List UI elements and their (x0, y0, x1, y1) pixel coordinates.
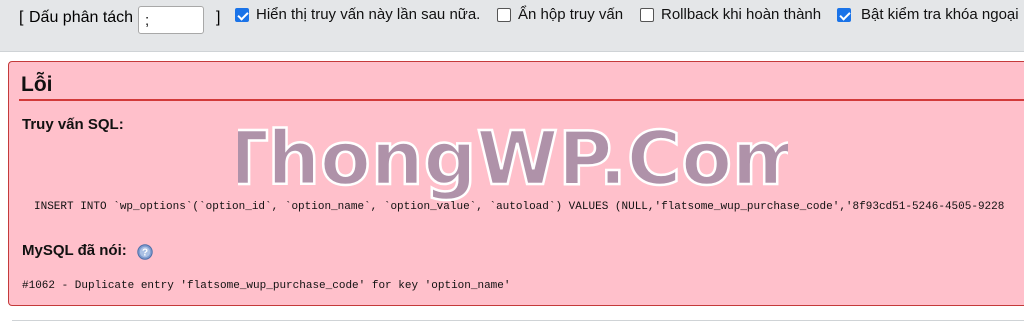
error-divider (19, 99, 1024, 101)
bracket-close: ] (216, 9, 221, 26)
show-query-again-checkbox[interactable] (235, 8, 249, 22)
mysql-said-heading: MySQL đã nói: (22, 242, 127, 259)
delimiter-input[interactable] (138, 6, 204, 34)
error-panel: Lỗi Truy vấn SQL: INSERT INTO `wp_option… (8, 61, 1024, 306)
help-icon[interactable]: ? (137, 244, 153, 260)
bracket-open: [ (19, 9, 24, 26)
delimiter-label: Dấu phân tách (29, 9, 134, 26)
query-options-bar: [ Dấu phân tách ] Hiển thị truy vấn này … (0, 0, 1024, 52)
hide-query-box-label[interactable]: Ẩn hộp truy vấn (518, 6, 623, 23)
foreign-key-check-checkbox[interactable] (837, 8, 851, 22)
error-title: Lỗi (21, 73, 53, 96)
show-query-again-label[interactable]: Hiển thị truy vấn này lần sau nữa. (256, 6, 480, 23)
rollback-on-finish-checkbox[interactable] (640, 8, 654, 22)
foreign-key-check-label[interactable]: Bật kiểm tra khóa ngoại (861, 6, 1019, 23)
svg-text:?: ? (142, 248, 148, 259)
bottom-divider (12, 320, 1024, 321)
sql-query-code: INSERT INTO `wp_options`(`option_id`, `o… (34, 201, 1005, 213)
mysql-error-message: #1062 - Duplicate entry 'flatsome_wup_pu… (22, 280, 511, 292)
rollback-on-finish-label[interactable]: Rollback khi hoàn thành (661, 6, 821, 23)
sql-query-heading: Truy vấn SQL: (22, 116, 124, 133)
hide-query-box-checkbox[interactable] (497, 8, 511, 22)
